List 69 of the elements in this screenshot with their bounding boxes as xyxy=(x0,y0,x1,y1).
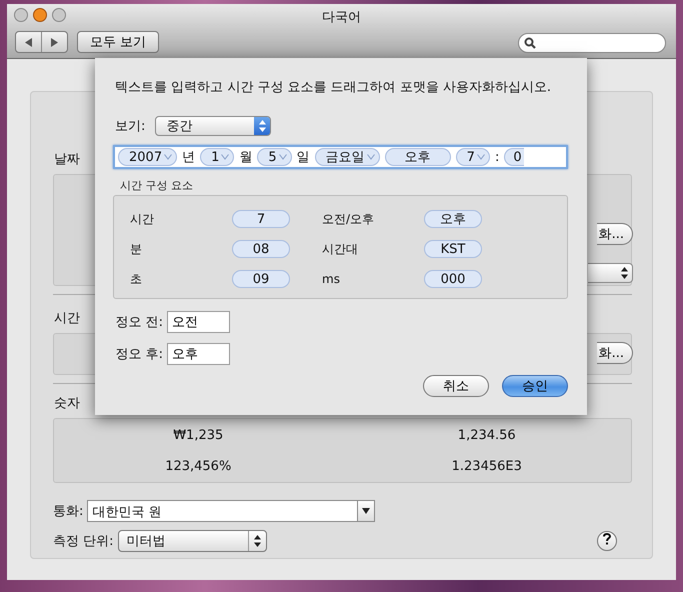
format-token[interactable]: 1 xyxy=(200,148,234,166)
back-forward-buttons[interactable] xyxy=(15,31,68,53)
chevron-down-icon xyxy=(366,154,375,160)
view-popup[interactable]: 중간 xyxy=(155,116,272,136)
format-literal: : xyxy=(494,150,500,164)
pm-label: 정오 후: xyxy=(114,346,163,363)
format-token[interactable]: 5 xyxy=(257,148,292,166)
show-all-button[interactable]: 모두 보기 xyxy=(77,31,159,53)
stepper-arrows-icon xyxy=(258,120,266,132)
cancel-button[interactable]: 취소 xyxy=(423,375,489,397)
chevron-down-icon xyxy=(476,154,485,160)
search-icon xyxy=(524,37,536,49)
dropdown-arrow-icon xyxy=(362,508,370,514)
group-title: 시간 구성 요소 xyxy=(120,178,194,193)
stepper-arrows-icon xyxy=(621,267,628,279)
am-symbol-field[interactable]: 오전 xyxy=(167,311,230,333)
section-label: 시간 xyxy=(54,310,80,327)
component-label: 시간대 xyxy=(322,240,359,258)
component-label: 오전/오후 xyxy=(322,210,376,228)
question-mark-icon xyxy=(603,533,611,545)
customize-button[interactable]: 화... xyxy=(596,223,633,245)
component-label: 시간 xyxy=(130,210,155,228)
format-token[interactable]: 7 xyxy=(456,148,490,166)
component-token[interactable]: 7 xyxy=(232,210,290,228)
format-token[interactable]: 2007 xyxy=(118,148,178,166)
section-label: 숫자 xyxy=(54,395,80,412)
zoom-window-icon[interactable] xyxy=(52,8,66,22)
chevron-down-icon xyxy=(278,154,287,160)
pm-symbol-field[interactable]: 오후 xyxy=(167,343,230,365)
view-label: 보기: xyxy=(115,118,146,135)
back-icon xyxy=(25,38,32,46)
format-token[interactable]: 0 xyxy=(504,148,524,166)
component-token[interactable]: 09 xyxy=(232,270,290,288)
component-token[interactable]: 000 xyxy=(424,270,482,288)
format-literal: 월 xyxy=(239,149,252,166)
component-label: 초 xyxy=(130,270,143,288)
measurement-popup[interactable]: 미터법 xyxy=(118,530,267,552)
forward-icon xyxy=(51,38,58,46)
component-token[interactable]: 08 xyxy=(232,240,290,258)
component-token[interactable]: 오후 xyxy=(424,210,482,228)
currency-label: 통화: xyxy=(53,503,84,520)
close-window-icon[interactable] xyxy=(14,8,28,22)
format-literal: 일 xyxy=(296,149,310,166)
number-sample: ₩1,235 xyxy=(172,428,224,442)
component-label: 분 xyxy=(130,240,143,258)
chevron-down-icon xyxy=(164,154,172,160)
active-window-dot-icon[interactable] xyxy=(33,8,47,22)
number-sample: 123,456% xyxy=(164,458,232,474)
customize-button[interactable]: 화... xyxy=(596,342,633,364)
instruction-text: 텍스트를 입력하고 시간 구성 요소를 드래그하여 포맷을 사용자화하십시오. xyxy=(115,79,552,96)
format-token[interactable]: 금요일 xyxy=(314,148,380,166)
stepper-arrows-icon xyxy=(254,535,261,547)
ok-button[interactable]: 승인 xyxy=(502,375,568,397)
help-button[interactable] xyxy=(597,531,617,551)
search-field[interactable] xyxy=(518,33,666,53)
component-token[interactable]: KST xyxy=(424,240,482,258)
currency-combo-box[interactable]: 대한민국 원 xyxy=(87,500,376,522)
format-token[interactable]: 오후 xyxy=(384,148,451,166)
section-label: 날짜 xyxy=(54,151,80,168)
date-format-field[interactable]: 2007 년 1 월 5 일 금요일 오후 7 : 0 xyxy=(113,145,568,169)
chevron-down-icon xyxy=(221,154,230,160)
am-label: 정오 전: xyxy=(114,314,163,331)
calendar-popup[interactable] xyxy=(588,263,633,283)
number-sample: 1,234.56 xyxy=(456,428,517,442)
format-literal: 년 xyxy=(182,149,196,166)
measurement-label: 측정 단위: xyxy=(53,533,114,550)
component-label: ms xyxy=(322,272,341,286)
window-title: 다국어 xyxy=(322,9,361,26)
number-sample: 1.23456E3 xyxy=(450,458,523,474)
